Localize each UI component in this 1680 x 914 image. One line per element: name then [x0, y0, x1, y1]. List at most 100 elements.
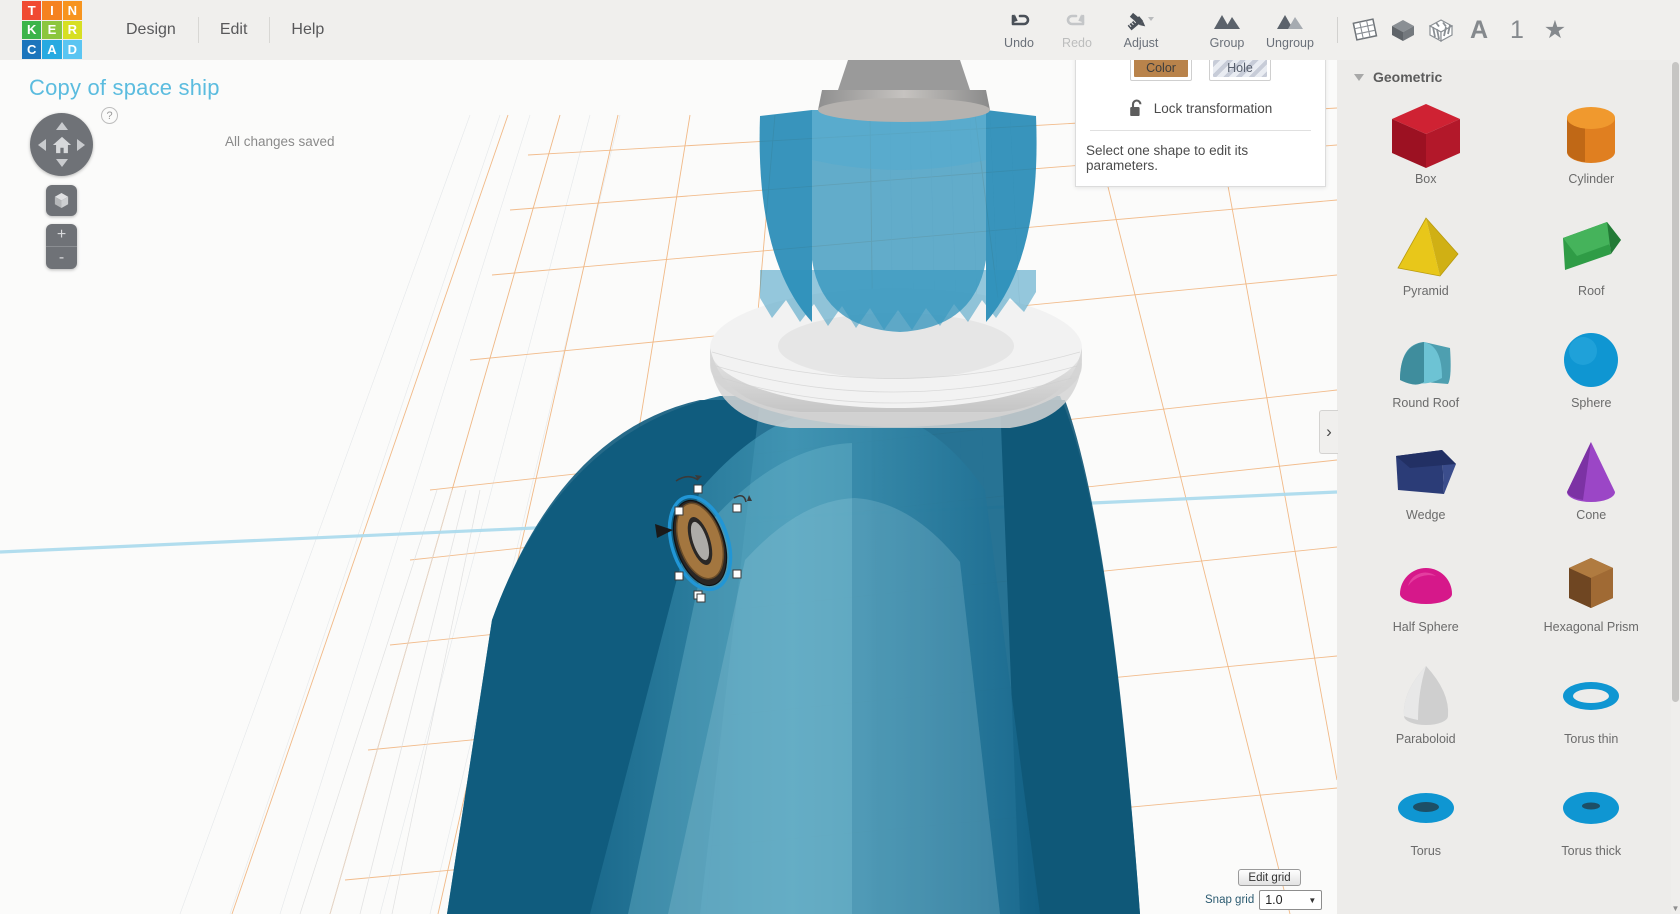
- snap-grid-row: Snap grid 1.0 ▼: [1205, 890, 1325, 910]
- redo-icon: [1066, 9, 1088, 33]
- shape-item-torus[interactable]: Torus: [1343, 763, 1509, 875]
- grid-controls: Edit grid Snap grid 1.0 ▼: [1205, 869, 1325, 910]
- shape-label: Half Sphere: [1392, 620, 1459, 634]
- main-menu: Design Edit Help: [104, 0, 346, 60]
- shape-item-pyramid[interactable]: Pyramid: [1343, 203, 1509, 315]
- group-label: Group: [1209, 36, 1245, 50]
- 3d-canvas[interactable]: Copy of space ship All changes saved ? +…: [0, 60, 1337, 914]
- redo-label: Redo: [1062, 36, 1092, 50]
- menu-design[interactable]: Design: [104, 13, 198, 47]
- cylinder-thumbnail: [1549, 97, 1633, 175]
- shape-item-hexagonal-prism[interactable]: Hexagonal Prism: [1509, 539, 1675, 651]
- logo-tile-k: K: [22, 20, 42, 40]
- logo-tile-t: T: [22, 1, 42, 20]
- hole-cube-icon[interactable]: [1422, 8, 1460, 52]
- torus-thin-thumbnail: [1549, 657, 1633, 735]
- shape-item-paraboloid[interactable]: Paraboloid: [1343, 651, 1509, 763]
- numbers-one-icon[interactable]: 1: [1498, 8, 1536, 52]
- group-button[interactable]: Group: [1198, 0, 1256, 50]
- shape-label: Sphere: [1571, 396, 1612, 410]
- chevron-down-icon: [1354, 73, 1364, 81]
- shape-item-wedge[interactable]: Wedge: [1343, 427, 1509, 539]
- undo-icon: [1008, 9, 1030, 33]
- collapse-panel-button[interactable]: ›: [1319, 410, 1338, 454]
- torus-thumbnail: [1384, 769, 1468, 847]
- scene-render: [0, 60, 1337, 914]
- save-status: All changes saved: [225, 134, 335, 149]
- logo-tile-n: N: [62, 1, 82, 20]
- tinkercad-logo[interactable]: T I N K E R C A D: [22, 1, 82, 59]
- logo-tile-i: I: [42, 1, 62, 20]
- zoom-in-button[interactable]: +: [46, 224, 77, 246]
- zoom-controls[interactable]: + -: [46, 224, 77, 269]
- sphere-thumbnail: [1549, 321, 1633, 399]
- shape-label: Torus: [1410, 844, 1442, 858]
- cone-thumbnail: [1549, 433, 1633, 511]
- undo-label: Undo: [1004, 36, 1034, 50]
- shape-item-roof[interactable]: Roof: [1509, 203, 1675, 315]
- shape-item-cylinder[interactable]: Cylinder: [1509, 91, 1675, 203]
- shape-label: Hexagonal Prism: [1543, 620, 1639, 634]
- scrollbar-thumb[interactable]: [1672, 62, 1679, 702]
- edit-grid-button[interactable]: Edit grid: [1238, 869, 1301, 886]
- zoom-out-button[interactable]: -: [46, 247, 77, 269]
- toolbar-divider: [1337, 17, 1338, 43]
- shape-item-box[interactable]: Box: [1343, 91, 1509, 203]
- inspector-note: Select one shape to edit its parameters.: [1086, 143, 1249, 173]
- navigator-help-icon[interactable]: ?: [101, 107, 118, 124]
- cube-icon: [54, 192, 69, 209]
- shape-label: Box: [1414, 172, 1437, 186]
- lock-transformation-row[interactable]: Lock transformation: [1076, 85, 1325, 130]
- page-title[interactable]: Copy of space ship: [29, 75, 220, 101]
- nav-left-arrow[interactable]: [38, 138, 46, 151]
- nav-up-arrow[interactable]: [55, 122, 68, 130]
- menu-edit[interactable]: Edit: [197, 13, 270, 47]
- shape-item-round-roof[interactable]: Round Roof: [1343, 315, 1509, 427]
- document-title-area[interactable]: Copy of space ship: [29, 75, 220, 101]
- wedge-thumbnail: [1384, 433, 1468, 511]
- shape-item-torus-thick[interactable]: Torus thick: [1509, 763, 1675, 875]
- shape-label: Roof: [1578, 284, 1605, 298]
- logo-tile-r: R: [62, 20, 82, 40]
- roof-thumbnail: [1549, 209, 1633, 287]
- scroll-down-arrow[interactable]: ▼: [1671, 902, 1680, 914]
- solid-cube-icon[interactable]: [1384, 8, 1422, 52]
- shapes-category-header[interactable]: Geometric: [1337, 60, 1680, 89]
- chevron-down-icon: ▼: [1308, 895, 1317, 905]
- hex-prism-thumbnail: [1549, 545, 1633, 623]
- menu-help[interactable]: Help: [269, 13, 346, 47]
- color-swatch-label: Color: [1146, 61, 1176, 75]
- snap-grid-value: 1.0: [1265, 893, 1283, 907]
- unlocked-padlock-icon: [1129, 99, 1142, 116]
- nav-down-arrow[interactable]: [55, 159, 68, 167]
- shape-item-sphere[interactable]: Sphere: [1509, 315, 1675, 427]
- adjust-button[interactable]: Adjust: [1106, 0, 1176, 50]
- view-navigator[interactable]: ? + -: [30, 107, 118, 269]
- shape-item-half-sphere[interactable]: Half Sphere: [1343, 539, 1509, 651]
- shape-label: Torus thin: [1564, 732, 1619, 746]
- snap-grid-select[interactable]: 1.0 ▼: [1259, 890, 1323, 910]
- shape-label: Torus thick: [1561, 844, 1622, 858]
- half-sphere-thumbnail: [1384, 545, 1468, 623]
- fit-to-view-button[interactable]: [46, 185, 77, 216]
- shapes-panel-scrollbar[interactable]: ▼: [1671, 60, 1680, 914]
- home-icon: [52, 136, 71, 153]
- workplane-icon[interactable]: [1346, 8, 1384, 52]
- adjust-icon: [1126, 9, 1156, 33]
- star-icon[interactable]: ★: [1536, 8, 1574, 52]
- shape-item-cone[interactable]: Cone: [1509, 427, 1675, 539]
- text-a-icon[interactable]: A: [1460, 8, 1498, 52]
- number-one-glyph: 1: [1510, 15, 1524, 44]
- ungroup-button[interactable]: Ungroup: [1256, 0, 1324, 50]
- undo-button[interactable]: Undo: [990, 0, 1048, 50]
- shape-item-torus-thin[interactable]: Torus thin: [1509, 651, 1675, 763]
- star-glyph: ★: [1543, 15, 1567, 44]
- home-view-button[interactable]: [30, 113, 93, 176]
- tinkercad-app: Copy of space ship All changes saved ? +…: [0, 0, 1680, 914]
- redo-button[interactable]: Redo: [1048, 0, 1106, 50]
- shape-label: Wedge: [1406, 508, 1446, 522]
- nav-right-arrow[interactable]: [77, 138, 85, 151]
- shapes-panel: Geometric Box Cylinder Pyramid Roof Roun…: [1337, 60, 1680, 914]
- round-roof-thumbnail: [1384, 321, 1468, 399]
- box-thumbnail: [1384, 97, 1468, 175]
